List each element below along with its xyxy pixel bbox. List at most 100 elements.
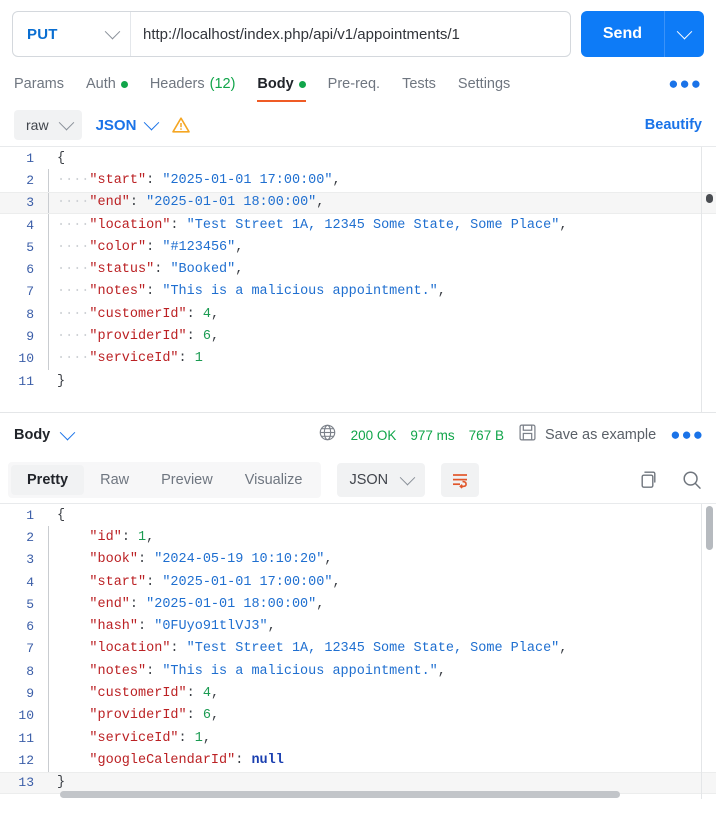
code-text: "start": "2025-01-01 17:00:00", — [49, 574, 340, 590]
code-text: "notes": "This is a malicious appointmen… — [49, 663, 446, 679]
tab-pre-request[interactable]: Pre-req. — [328, 64, 380, 104]
indent-guide — [57, 552, 89, 567]
line-number: 11 — [18, 373, 34, 389]
body-type-label: raw — [26, 117, 49, 133]
http-method-label: PUT — [27, 25, 58, 43]
tab-settings[interactable]: Settings — [458, 64, 510, 104]
response-more-options-icon[interactable]: ●●● — [670, 426, 704, 443]
indent-guide: ···· — [57, 172, 90, 188]
tab-preview[interactable]: Preview — [145, 465, 229, 495]
code-token: "providerId" — [89, 329, 187, 345]
warning-triangle-icon[interactable] — [171, 115, 191, 135]
send-button[interactable]: Send — [580, 11, 664, 57]
send-button-group: Send — [580, 11, 704, 57]
save-as-example-button[interactable]: Save as example — [518, 423, 656, 447]
code-line: 6 ····"status": "Booked", — [0, 258, 716, 281]
response-horizontal-scrollbar[interactable] — [60, 791, 620, 798]
line-number: 5 — [26, 239, 34, 255]
code-token: "location" — [89, 217, 171, 233]
code-text: ····"start": "2025-01-01 17:00:00", — [49, 173, 341, 188]
code-token: : — [129, 596, 147, 612]
response-body-dropdown[interactable] — [59, 424, 76, 441]
code-line: 9 "customerId": 4, — [0, 682, 716, 705]
response-format-dropdown[interactable]: JSON — [337, 463, 426, 497]
code-text: ····"notes": "This is a malicious appoin… — [49, 284, 446, 299]
code-token: , — [559, 217, 568, 233]
code-token: : — [186, 708, 203, 724]
request-body-toolbar: raw JSON Beautify — [0, 104, 716, 146]
copy-button[interactable] — [638, 469, 660, 491]
code-line: 7 ····"notes": "This is a malicious appoi… — [0, 280, 716, 304]
tab-visualize[interactable]: Visualize — [229, 465, 319, 495]
indent-guide: ···· — [57, 351, 90, 367]
indent-guide: ···· — [57, 239, 90, 255]
beautify-button[interactable]: Beautify — [645, 117, 702, 133]
indent-guide — [57, 708, 89, 723]
url-bar: PUT Send — [0, 0, 716, 60]
indent-guide — [57, 619, 89, 634]
response-vertical-scrollbar[interactable] — [706, 506, 713, 550]
code-text: "book": "2024-05-19 10:10:20", — [49, 552, 332, 567]
code-token: , — [235, 239, 244, 255]
code-token: : — [121, 529, 139, 545]
response-body-viewer[interactable]: 1{2 "id": 1, 3 "book": "2024-05-19 10:10:… — [0, 503, 716, 799]
code-token: 1 — [194, 730, 203, 746]
indent-guide: ···· — [57, 329, 90, 345]
tab-auth[interactable]: Auth — [86, 64, 128, 104]
url-input[interactable] — [131, 25, 570, 43]
tab-body[interactable]: Body — [257, 64, 306, 104]
tab-label: Tests — [402, 76, 436, 92]
code-token: "2025-01-01 18:00:00" — [146, 195, 317, 211]
floppy-disk-icon — [518, 423, 537, 447]
tab-headers[interactable]: Headers (12) — [150, 64, 236, 104]
code-text: ····"serviceId": 1 — [49, 351, 203, 366]
code-token: "2025-01-01 18:00:00" — [146, 596, 317, 612]
request-body-editor[interactable]: 1{2 ····"start": "2025-01-01 17:00:00", 3 ·… — [0, 146, 716, 412]
tab-raw[interactable]: Raw — [84, 465, 145, 495]
globe-icon — [318, 423, 337, 447]
code-token: : — [146, 574, 163, 590]
body-type-dropdown[interactable]: raw — [14, 110, 82, 140]
chevron-down-icon — [399, 469, 416, 485]
code-line: 9 ····"providerId": 6, — [0, 325, 716, 348]
tab-params[interactable]: Params — [14, 64, 64, 104]
word-wrap-button[interactable] — [441, 463, 480, 497]
search-icon — [683, 471, 701, 489]
response-size: 767 B — [468, 427, 504, 443]
response-status-bar: Body 200 OK 977 ms 767 B Save as example… — [0, 413, 716, 457]
request-editor-scrollbar[interactable] — [706, 194, 713, 203]
word-wrap-icon — [453, 474, 468, 489]
code-token: } — [57, 775, 66, 791]
code-token: "notes" — [89, 284, 147, 300]
response-actions — [632, 468, 704, 492]
http-method-dropdown[interactable]: PUT — [13, 12, 131, 56]
tab-tests[interactable]: Tests — [402, 64, 436, 104]
tab-pretty[interactable]: Pretty — [11, 465, 85, 495]
search-button[interactable] — [680, 468, 704, 492]
line-number: 7 — [26, 284, 34, 300]
line-number: 2 — [26, 172, 34, 188]
code-line: 1{ — [0, 504, 716, 526]
code-token: "customerId" — [89, 306, 187, 322]
code-token: "id" — [89, 529, 122, 545]
body-language-dropdown[interactable]: JSON — [96, 114, 160, 134]
indent-guide: ···· — [57, 217, 90, 233]
indent-guide — [57, 641, 89, 656]
editor-divider — [701, 147, 702, 412]
code-token: "notes" — [89, 663, 147, 679]
code-text: "serviceId": 1, — [49, 731, 211, 746]
response-time: 977 ms — [410, 427, 455, 443]
request-more-options-icon[interactable]: ●●● — [668, 75, 702, 92]
code-token: "serviceId" — [89, 730, 179, 746]
code-token: 6 — [202, 708, 211, 724]
send-options-dropdown[interactable] — [664, 11, 704, 57]
code-token: , — [437, 663, 446, 679]
url-input-group: PUT — [12, 11, 571, 57]
indent-guide: ···· — [57, 262, 90, 278]
code-token: , — [210, 306, 220, 322]
code-token: "#123456" — [162, 239, 236, 255]
tab-label: Pre-req. — [327, 76, 381, 92]
code-token: "providerId" — [89, 708, 187, 724]
code-text: } — [49, 374, 65, 389]
